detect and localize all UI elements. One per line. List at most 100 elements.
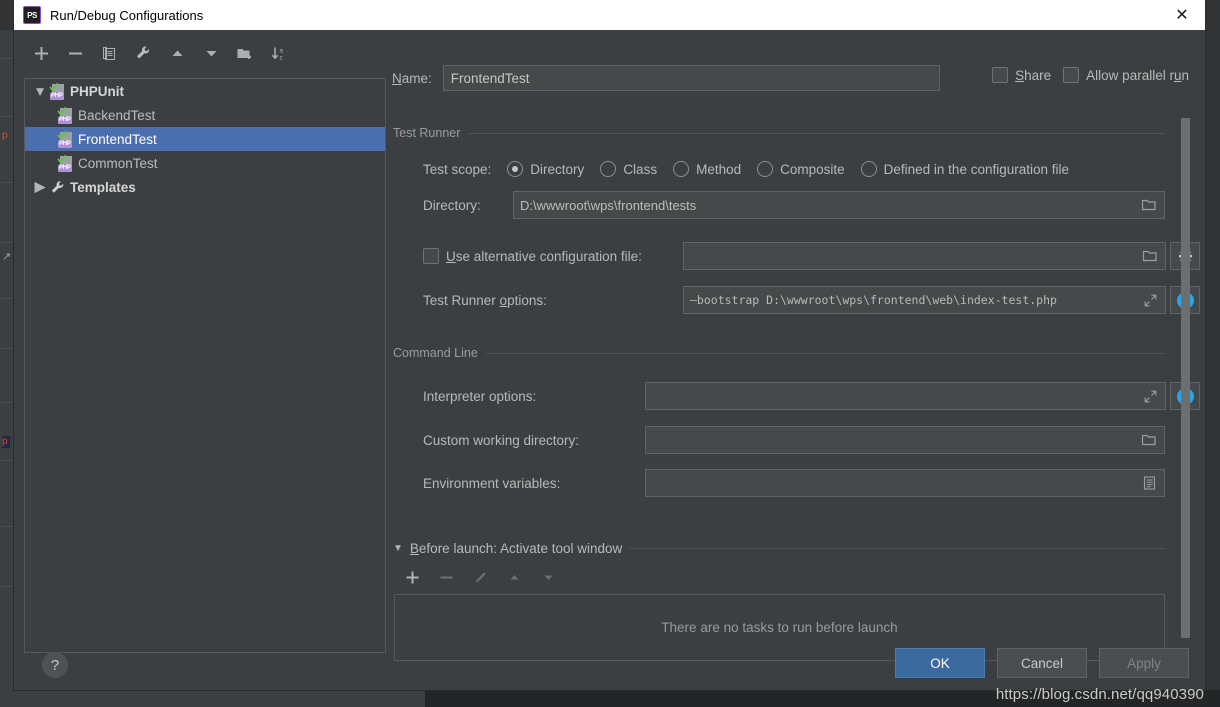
tree-node-commontest[interactable]: PHP CommonTest: [25, 151, 385, 175]
checkbox-box[interactable]: [1063, 67, 1080, 83]
directory-label: Directory:: [423, 197, 481, 213]
gutter-marker-p1: p: [2, 130, 8, 141]
ok-button[interactable]: OK: [895, 648, 985, 678]
tree-node-backendtest[interactable]: PHP BackendTest: [25, 103, 385, 127]
group-divider: [629, 548, 1165, 549]
before-launch-header: ▼ Before launch: Activate tool window: [393, 541, 1165, 556]
php-test-icon: PHP: [57, 130, 74, 148]
scope-option-method[interactable]: Method: [673, 161, 741, 177]
custom-working-directory-input[interactable]: [645, 426, 1165, 454]
checkbox-box[interactable]: [423, 248, 439, 264]
alternative-config-row: Use alternative configuration file:: [423, 242, 1200, 270]
command-line-group: Command Line: [393, 346, 1165, 360]
gutter-arrow-icon: ↗: [2, 251, 12, 263]
folder-icon[interactable]: [1140, 199, 1158, 211]
use-alternative-config-checkbox[interactable]: Use alternative configuration file:: [423, 248, 683, 264]
new-folder-button[interactable]: [228, 39, 262, 67]
name-row: Name: FrontendTest: [392, 65, 940, 91]
dialog-title: Run/Debug Configurations: [50, 7, 204, 23]
php-test-icon: PHP: [57, 154, 74, 172]
test-scope-row: Test scope: Directory Class Method Compo…: [423, 161, 1069, 177]
interpreter-options-label: Interpreter options:: [423, 388, 537, 404]
scope-option-class[interactable]: Class: [600, 161, 657, 177]
radio-button: [757, 161, 774, 177]
scope-option-composite[interactable]: Composite: [757, 161, 845, 177]
before-launch-empty-text: There are no tasks to run before launch: [661, 620, 898, 635]
folder-icon[interactable]: [1140, 434, 1158, 446]
dialog-button-bar: OK Cancel Apply: [895, 648, 1189, 678]
expand-collapse-icon[interactable]: ▼: [31, 79, 49, 103]
expand-icon[interactable]: [1141, 294, 1159, 307]
interpreter-options-input[interactable]: [645, 382, 1166, 410]
dialog-titlebar: PS Run/Debug Configurations ✕: [14, 0, 1205, 30]
scope-option-defined-in-config[interactable]: Defined in the configuration file: [860, 161, 1069, 177]
scrollbar-thumb[interactable]: [1181, 118, 1190, 638]
name-row-checkboxes: Share Allow parallel run: [992, 67, 1189, 83]
environment-variables-row: Environment variables:: [423, 469, 1165, 497]
test-runner-options-input[interactable]: —bootstrap D:\wwwroot\wps\frontend\web\i…: [683, 286, 1166, 314]
group-divider: [485, 352, 1165, 354]
test-runner-group-title: Test Runner: [393, 126, 1165, 140]
directory-input[interactable]: D:\wwwroot\wps\frontend\tests: [513, 191, 1165, 219]
expand-icon[interactable]: [1141, 390, 1159, 403]
tree-node-templates[interactable]: ▶ Templates: [25, 175, 385, 199]
share-checkbox[interactable]: Share: [992, 67, 1051, 83]
scope-option-directory[interactable]: Directory: [507, 161, 584, 177]
allow-parallel-run-checkbox[interactable]: Allow parallel run: [1063, 67, 1189, 83]
apply-button[interactable]: Apply: [1099, 648, 1189, 678]
checkbox-box[interactable]: [992, 67, 1009, 83]
php-test-icon: PHP: [49, 82, 66, 100]
gutter-marker-p2: p: [2, 436, 10, 448]
move-task-down-button[interactable]: [531, 564, 565, 590]
environment-variables-label: Environment variables:: [423, 475, 561, 491]
configurations-tree[interactable]: ▼ PHP PHPUnit PHP BackendTest PHP Fronte…: [24, 78, 386, 653]
before-launch-toolbar: [395, 564, 565, 590]
interpreter-options-row: Interpreter options: i: [423, 382, 1200, 410]
screen-root: ↗ p p PS Run/Debug Configurations ✕ a z …: [0, 0, 1220, 707]
tree-node-label: CommonTest: [78, 155, 158, 171]
dialog-body: a z ▼ PHP PHPUnit PHP BackendTest PHP Fr…: [14, 30, 1205, 690]
allow-parallel-run-label: Allow parallel run: [1086, 67, 1189, 83]
env-list-icon[interactable]: [1140, 476, 1158, 490]
close-icon[interactable]: ✕: [1159, 0, 1205, 30]
share-label: Share: [1015, 67, 1052, 83]
scope-option-label: Directory: [530, 161, 585, 177]
remove-configuration-button[interactable]: [58, 39, 92, 67]
directory-row: Directory: D:\wwwroot\wps\frontend\tests: [423, 191, 1165, 219]
folder-icon[interactable]: [1141, 250, 1159, 262]
run-debug-configurations-dialog: PS Run/Debug Configurations ✕ a z ▼ PHP …: [14, 0, 1205, 690]
help-button[interactable]: ?: [42, 652, 68, 678]
cancel-button[interactable]: Cancel: [997, 648, 1087, 678]
ide-status-bar-left: [0, 690, 425, 707]
test-scope-label: Test scope:: [423, 161, 492, 177]
remove-task-button[interactable]: [429, 564, 463, 590]
name-label: Name:: [392, 70, 432, 86]
copy-configuration-button[interactable]: [92, 39, 126, 67]
before-launch-twisty-icon[interactable]: ▼: [393, 543, 403, 554]
move-up-button[interactable]: [160, 39, 194, 67]
test-runner-options-row: Test Runner options: —bootstrap D:\wwwro…: [423, 286, 1200, 314]
wrench-icon: [49, 179, 66, 196]
add-task-button[interactable]: [395, 564, 429, 590]
alternative-config-input[interactable]: [683, 242, 1166, 270]
add-configuration-button[interactable]: [24, 39, 58, 67]
scope-option-label: Composite: [780, 161, 845, 177]
scope-option-label: Class: [623, 161, 658, 177]
expand-collapse-icon[interactable]: ▶: [31, 175, 49, 199]
use-alternative-config-label: Use alternative configuration file:: [446, 248, 642, 264]
environment-variables-input[interactable]: [645, 469, 1165, 497]
svg-text:z: z: [279, 54, 282, 61]
test-runner-options-value: —bootstrap D:\wwwroot\wps\frontend\web\i…: [690, 293, 1057, 307]
name-input[interactable]: FrontendTest: [442, 65, 940, 91]
directory-value: D:\wwwroot\wps\frontend\tests: [520, 197, 697, 213]
tree-node-frontendtest[interactable]: PHP FrontendTest: [25, 127, 385, 151]
sort-alphabetically-button[interactable]: a z: [262, 39, 296, 67]
move-down-button[interactable]: [194, 39, 228, 67]
edit-templates-button[interactable]: [126, 39, 160, 67]
edit-task-button[interactable]: [463, 564, 497, 590]
editor-pane-scrollbar[interactable]: [1181, 118, 1190, 648]
tree-node-phpunit[interactable]: ▼ PHP PHPUnit: [25, 79, 385, 103]
group-divider: [468, 132, 1165, 134]
tree-node-label: BackendTest: [78, 107, 156, 123]
move-task-up-button[interactable]: [497, 564, 531, 590]
